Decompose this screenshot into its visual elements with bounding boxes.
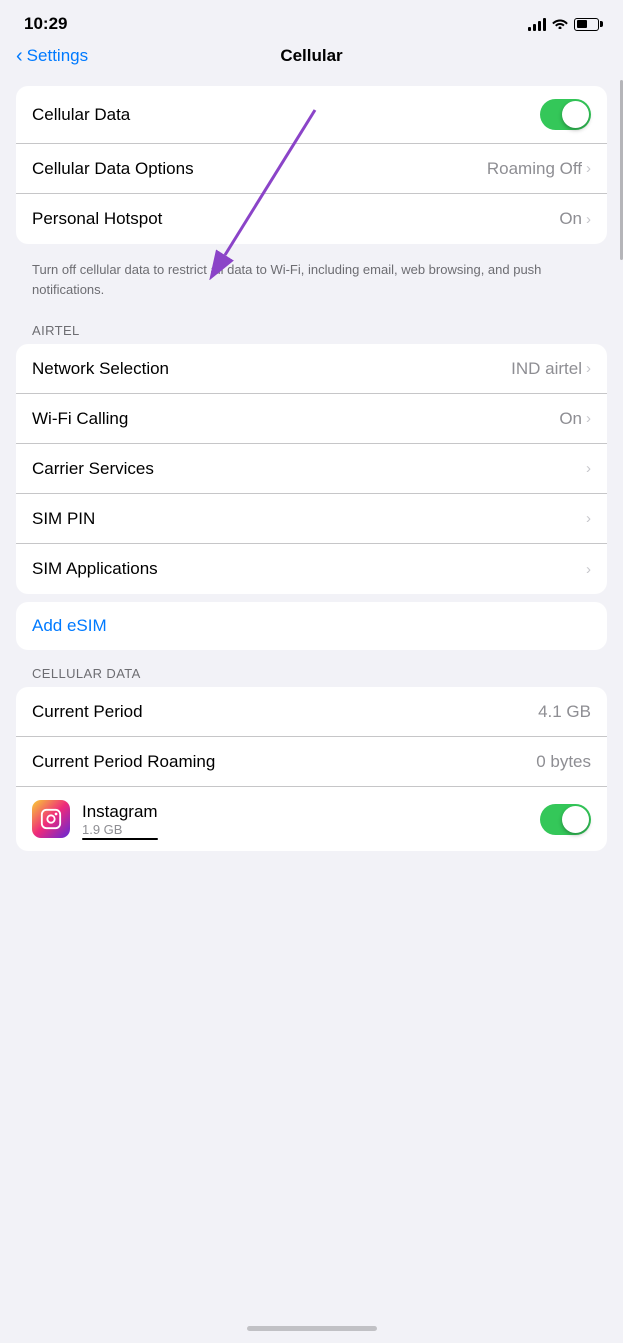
network-selection-label: Network Selection: [32, 359, 169, 379]
back-chevron-icon: ‹: [16, 46, 23, 66]
toggle-thumb: [562, 806, 589, 833]
cellular-data-stats-group: Current Period 4.1 GB Current Period Roa…: [16, 687, 607, 851]
sim-applications-label: SIM Applications: [32, 559, 158, 579]
roaming-status: Roaming Off: [487, 159, 582, 179]
chevron-icon: ›: [586, 510, 591, 527]
app-name-block: Instagram 1.9 GB: [82, 802, 158, 837]
instagram-icon: [32, 800, 70, 838]
status-icons: [528, 16, 599, 32]
wifi-calling-value: On ›: [559, 409, 591, 429]
personal-hotspot-label: Personal Hotspot: [32, 209, 162, 229]
chevron-icon: ›: [586, 410, 591, 427]
toggle-thumb: [562, 101, 589, 128]
cellular-data-description: Turn off cellular data to restrict all d…: [16, 252, 607, 315]
cellular-data-toggle[interactable]: [540, 99, 591, 130]
scrollbar[interactable]: [619, 0, 623, 1343]
network-value: IND airtel: [511, 359, 582, 379]
current-period-roaming-row: Current Period Roaming 0 bytes: [16, 737, 607, 787]
back-button[interactable]: ‹ Settings: [16, 46, 88, 66]
battery-icon: [574, 18, 599, 31]
add-esim-button[interactable]: Add eSIM: [16, 602, 607, 650]
status-bar: 10:29: [0, 0, 623, 42]
add-esim-group: Add eSIM: [16, 602, 607, 650]
current-period-roaming-label: Current Period Roaming: [32, 752, 215, 772]
sim-applications-value: ›: [586, 561, 591, 578]
sim-pin-label: SIM PIN: [32, 509, 95, 529]
network-selection-value: IND airtel ›: [511, 359, 591, 379]
carrier-services-value: ›: [586, 460, 591, 477]
home-bar: [247, 1326, 377, 1331]
sim-pin-row[interactable]: SIM PIN ›: [16, 494, 607, 544]
carrier-services-label: Carrier Services: [32, 459, 154, 479]
current-period-roaming-value: 0 bytes: [536, 752, 591, 772]
scrollbar-thumb: [620, 80, 623, 260]
wifi-calling-label: Wi-Fi Calling: [32, 409, 128, 429]
cellular-data-options-label: Cellular Data Options: [32, 159, 194, 179]
hotspot-status: On: [559, 209, 582, 229]
cellular-data-options-value: Roaming Off ›: [487, 159, 591, 179]
airtel-section-label: AIRTEL: [16, 315, 607, 344]
chevron-icon: ›: [586, 460, 591, 477]
app-name: Instagram: [82, 802, 158, 822]
network-selection-row[interactable]: Network Selection IND airtel ›: [16, 344, 607, 394]
sim-pin-value: ›: [586, 510, 591, 527]
chevron-icon: ›: [586, 360, 591, 377]
instagram-toggle[interactable]: [540, 804, 591, 835]
app-info: Instagram 1.9 GB: [32, 800, 158, 838]
airtel-settings-group: Network Selection IND airtel › Wi-Fi Cal…: [16, 344, 607, 594]
current-period-row: Current Period 4.1 GB: [16, 687, 607, 737]
cellular-data-label: Cellular Data: [32, 105, 130, 125]
wifi-calling-status: On: [559, 409, 582, 429]
signal-bars-icon: [528, 17, 546, 31]
wifi-icon: [552, 16, 568, 32]
wifi-calling-row[interactable]: Wi-Fi Calling On ›: [16, 394, 607, 444]
nav-header: ‹ Settings Cellular: [0, 42, 623, 78]
chevron-icon: ›: [586, 160, 591, 177]
chevron-icon: ›: [586, 211, 591, 228]
personal-hotspot-row[interactable]: Personal Hotspot On ›: [16, 194, 607, 244]
back-label: Settings: [27, 46, 88, 66]
cellular-data-options-row[interactable]: Cellular Data Options Roaming Off ›: [16, 144, 607, 194]
main-settings-group: Cellular Data Cellular Data Options Roam…: [16, 86, 607, 244]
cellular-data-section-label: CELLULAR DATA: [16, 658, 607, 687]
sim-applications-row[interactable]: SIM Applications ›: [16, 544, 607, 594]
current-period-label: Current Period: [32, 702, 143, 722]
current-period-roaming-data: 0 bytes: [536, 752, 591, 772]
chevron-icon: ›: [586, 561, 591, 578]
content-area: Cellular Data Cellular Data Options Roam…: [0, 78, 623, 867]
current-period-data: 4.1 GB: [538, 702, 591, 722]
personal-hotspot-value: On ›: [559, 209, 591, 229]
page-title: Cellular: [280, 46, 342, 66]
status-time: 10:29: [24, 14, 67, 34]
cellular-data-row[interactable]: Cellular Data: [16, 86, 607, 144]
carrier-services-row[interactable]: Carrier Services ›: [16, 444, 607, 494]
app-size: 1.9 GB: [82, 822, 158, 837]
current-period-value: 4.1 GB: [538, 702, 591, 722]
instagram-row: Instagram 1.9 GB: [16, 787, 607, 851]
